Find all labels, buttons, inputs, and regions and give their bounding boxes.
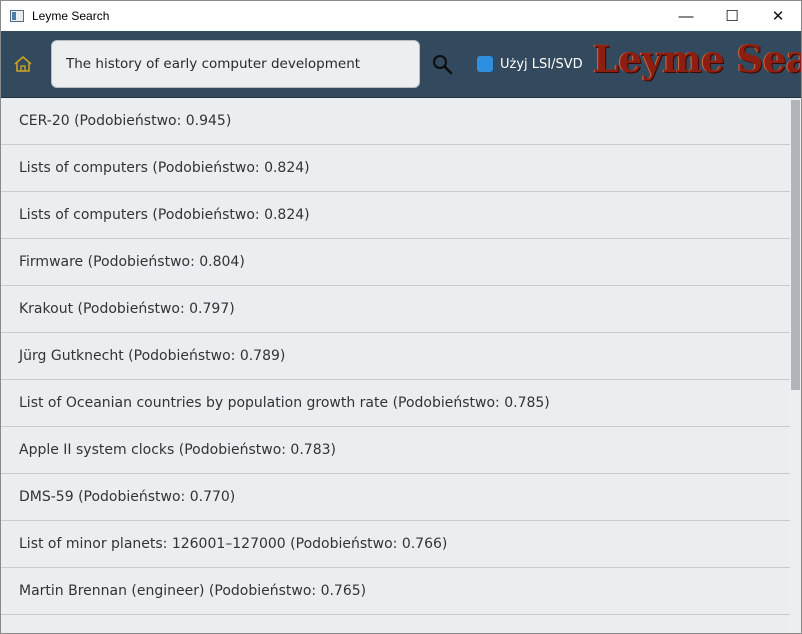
lsi-checkbox-label[interactable]: Użyj LSI/SVD bbox=[500, 57, 583, 72]
window-controls: — ☐ ✕ bbox=[663, 1, 801, 31]
list-item[interactable]: Jürg Gutknecht (Podobieństwo: 0.789) bbox=[1, 333, 790, 380]
list-item[interactable]: List of minor planets: 126001–127000 (Po… bbox=[1, 521, 790, 568]
list-item[interactable]: Martin Brennan (engineer) (Podobieństwo:… bbox=[1, 568, 790, 615]
lsi-checkbox[interactable] bbox=[477, 56, 493, 72]
list-item[interactable]: Firmware (Podobieństwo: 0.804) bbox=[1, 239, 790, 286]
list-item[interactable]: Apple II system clocks (Podobieństwo: 0.… bbox=[1, 427, 790, 474]
vertical-scrollbar[interactable] bbox=[790, 98, 801, 633]
list-item[interactable]: Krakout (Podobieństwo: 0.797) bbox=[1, 286, 790, 333]
app-window: Leyme Search — ☐ ✕ Użyj LSI/SVD Leyme bbox=[0, 0, 802, 634]
list-item[interactable]: CER-20 (Podobieństwo: 0.945) bbox=[1, 98, 790, 145]
window-title: Leyme Search bbox=[32, 9, 110, 23]
search-input[interactable] bbox=[64, 55, 408, 73]
search-box[interactable] bbox=[51, 40, 420, 88]
minimize-button[interactable]: — bbox=[663, 1, 709, 31]
home-icon bbox=[14, 55, 32, 72]
title-bar: Leyme Search — ☐ ✕ bbox=[1, 1, 801, 31]
list-item[interactable]: Lists of computers (Podobieństwo: 0.824) bbox=[1, 192, 790, 239]
maximize-button[interactable]: ☐ bbox=[709, 1, 755, 31]
list-item[interactable] bbox=[1, 615, 790, 633]
app-icon bbox=[10, 10, 24, 22]
scroll-thumb[interactable] bbox=[791, 100, 800, 390]
search-icon bbox=[433, 55, 453, 75]
close-button[interactable]: ✕ bbox=[755, 1, 801, 31]
list-item[interactable]: Lists of computers (Podobieństwo: 0.824) bbox=[1, 145, 790, 192]
brand-logo: Leyme Search bbox=[593, 37, 801, 81]
home-button[interactable] bbox=[12, 53, 34, 75]
list-item[interactable]: DMS-59 (Podobieństwo: 0.770) bbox=[1, 474, 790, 521]
toolbar: Użyj LSI/SVD Leyme Search bbox=[1, 31, 801, 98]
results-list: CER-20 (Podobieństwo: 0.945) Lists of co… bbox=[1, 98, 790, 633]
list-item[interactable]: List of Oceanian countries by population… bbox=[1, 380, 790, 427]
search-button[interactable] bbox=[431, 53, 453, 75]
